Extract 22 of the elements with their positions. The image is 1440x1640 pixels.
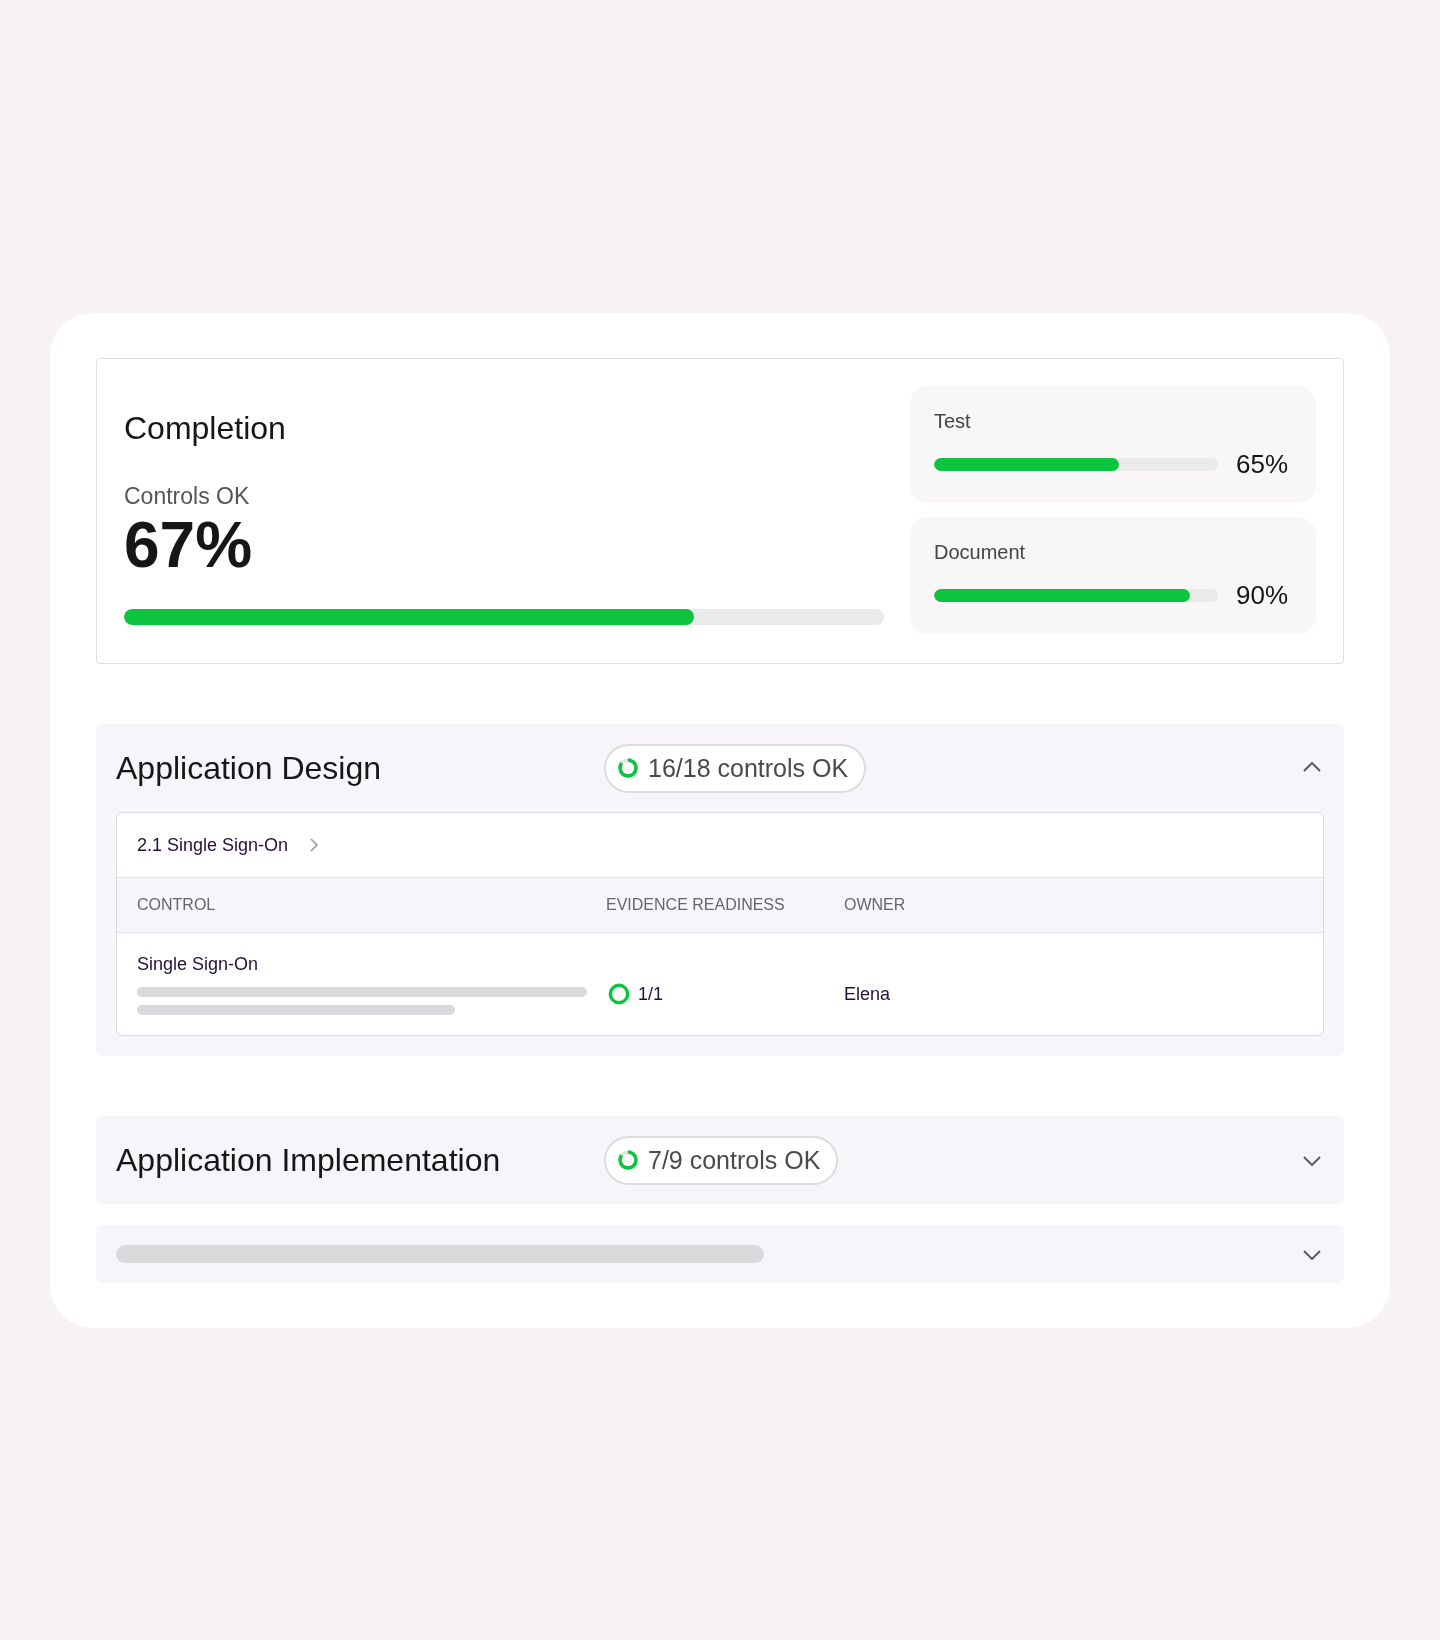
badge-text: 7/9 controls OK xyxy=(648,1145,821,1175)
controls-ok-label: Controls OK xyxy=(124,483,251,510)
completion-title: Completion xyxy=(124,410,287,447)
completion-percentage: 67% xyxy=(124,512,254,580)
section-title: Application Design xyxy=(116,749,383,787)
breadcrumb-link[interactable]: 2.1 Single Sign-On xyxy=(137,834,289,856)
ring-icon xyxy=(616,756,640,780)
control-name: Single Sign-On xyxy=(137,953,259,975)
evidence-count: 1/1 xyxy=(638,983,664,1005)
section-title: Application Implementation xyxy=(116,1141,502,1179)
ring-icon xyxy=(616,1148,640,1172)
owner-name: Elena xyxy=(844,983,891,1004)
metric-percentage: 65% xyxy=(1236,449,1290,480)
badge-text: 16/18 controls OK xyxy=(648,753,849,783)
metric-label: Document xyxy=(934,541,1027,564)
column-header: EVIDENCE READINESS xyxy=(606,896,786,914)
ring-icon xyxy=(606,981,632,1007)
column-header: OWNER xyxy=(844,896,906,914)
chevron-right-icon xyxy=(308,836,321,854)
metric-label: Test xyxy=(934,410,972,433)
metric-percentage: 90% xyxy=(1236,580,1290,611)
column-header: CONTROL xyxy=(136,896,217,914)
